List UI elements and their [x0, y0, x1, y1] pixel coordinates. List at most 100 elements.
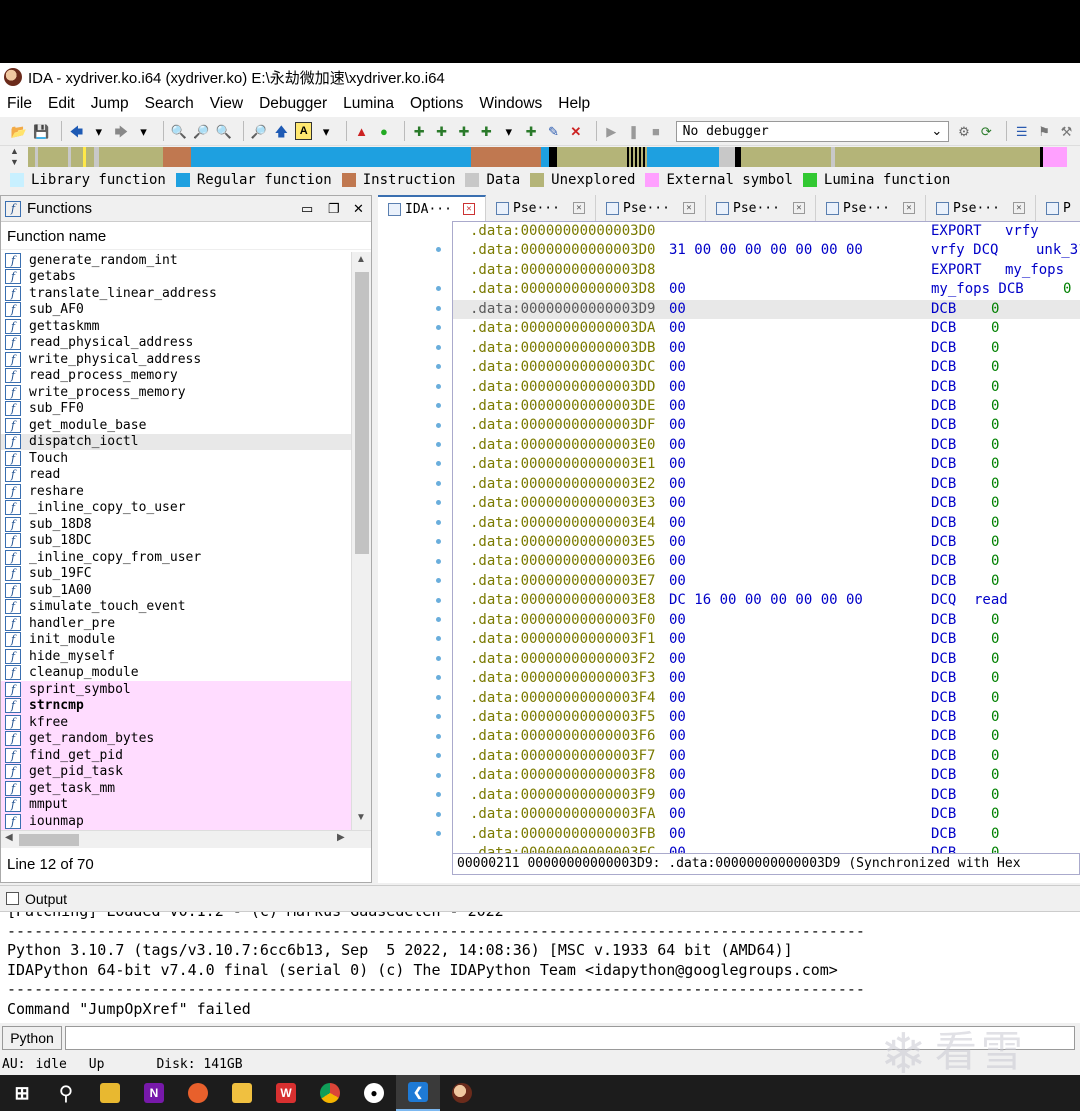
tools-icon[interactable]: ⚒	[1058, 122, 1075, 140]
stop-icon[interactable]: ■	[647, 122, 664, 140]
menu-file[interactable]: File	[7, 95, 32, 113]
disasm-line[interactable]: .data:00000000000003FC 00 DCB 0	[453, 844, 1080, 853]
panel-float-icon[interactable]: ❐	[328, 201, 340, 217]
line-operand[interactable]: 0	[991, 611, 999, 630]
binoculars-icon[interactable]: 🔍	[170, 122, 187, 140]
disasm-line[interactable]: .data:00000000000003F5 00 DCB 0	[453, 708, 1080, 727]
menu-view[interactable]: View	[210, 95, 243, 113]
taskbar-folder[interactable]	[220, 1075, 264, 1111]
disasm-line[interactable]: .data:00000000000003D9 00 DCB 0	[453, 299, 1080, 320]
line-operand[interactable]: 0	[991, 689, 999, 708]
taskbar-file-explorer[interactable]	[88, 1075, 132, 1111]
disasm-line[interactable]: .data:00000000000003DA 00 DCB 0	[453, 319, 1080, 338]
switch-debugger-icon[interactable]: ⟳	[978, 122, 995, 140]
line-operand[interactable]: 0	[991, 475, 999, 494]
function-row[interactable]: f write_physical_address	[1, 351, 351, 368]
disasm-line[interactable]: .data:00000000000003E2 00 DCB 0	[453, 475, 1080, 494]
graph-red-icon[interactable]: ▲	[353, 122, 370, 140]
function-row[interactable]: f get_random_bytes	[1, 730, 351, 747]
line-operand[interactable]: 0	[991, 825, 999, 844]
output-log[interactable]: [Patching] Loaded v0.1.2 - (c) Markus Ga…	[0, 911, 1080, 1023]
line-operand[interactable]: 0	[991, 786, 999, 805]
back-arrow-icon[interactable]: 🡄	[68, 122, 85, 140]
function-row[interactable]: f sprint_symbol	[1, 681, 351, 698]
disasm-line[interactable]: .data:00000000000003F2 00 DCB 0	[453, 650, 1080, 669]
function-row[interactable]: f kfree	[1, 714, 351, 731]
menu-search[interactable]: Search	[145, 95, 194, 113]
function-row[interactable]: f init_module	[1, 632, 351, 649]
tab-pseudocode[interactable]: Pse··· ✕	[816, 195, 926, 221]
nav-band-arrows-icon[interactable]: ▲ ▼	[10, 146, 26, 168]
line-operand[interactable]: 0	[991, 650, 999, 669]
disasm-line[interactable]: .data:00000000000003E5 00 DCB 0	[453, 533, 1080, 552]
taskbar-qq[interactable]: ●	[352, 1075, 396, 1111]
function-row[interactable]: f find_get_pid	[1, 747, 351, 764]
disassembly-view[interactable]: .data:00000000000003D0 EXPORT vrfy .data:00…	[378, 221, 1080, 883]
scroll-right-icon[interactable]: ▶	[337, 832, 345, 843]
function-row[interactable]: f handler_pre	[1, 615, 351, 632]
text-mode-icon[interactable]: A	[295, 122, 313, 140]
tab-close-icon[interactable]: ✕	[463, 203, 475, 215]
start-button[interactable]: ⊞	[0, 1075, 44, 1111]
search-next-icon[interactable]: 🔍	[215, 122, 232, 140]
scroll-down-icon[interactable]: ▼	[356, 812, 366, 823]
scroll-thumb[interactable]	[355, 272, 369, 554]
line-operand[interactable]: 0	[1063, 280, 1071, 299]
disasm-line[interactable]: .data:00000000000003FB 00 DCB 0	[453, 825, 1080, 844]
taskbar-firefox[interactable]	[176, 1075, 220, 1111]
disasm-line[interactable]: .data:00000000000003E4 00 DCB 0	[453, 514, 1080, 533]
tab-pseudocode[interactable]: Pse··· ✕	[926, 195, 1036, 221]
line-operand[interactable]: 0	[991, 436, 999, 455]
menu-edit[interactable]: Edit	[48, 95, 75, 113]
line-operand[interactable]: unk_31	[1036, 241, 1080, 260]
tab-pseudocode[interactable]: P	[1036, 195, 1080, 221]
line-operand[interactable]: 0	[991, 397, 999, 416]
tab-pseudocode[interactable]: Pse··· ✕	[596, 195, 706, 221]
jump-up-icon[interactable]: 🡅	[273, 122, 290, 140]
line-operand[interactable]: 0	[991, 514, 999, 533]
disasm-line[interactable]: .data:00000000000003DE 00 DCB 0	[453, 397, 1080, 416]
forward-dropdown-icon[interactable]: ▾	[135, 122, 152, 140]
disasm-line[interactable]: .data:00000000000003E0 00 DCB 0	[453, 436, 1080, 455]
function-row[interactable]: f read	[1, 467, 351, 484]
disasm-line[interactable]: .data:00000000000003E8 DC 16 00 00 00 00 …	[453, 591, 1080, 610]
function-row[interactable]: f Touch	[1, 450, 351, 467]
search-button[interactable]: ⚲	[44, 1075, 88, 1111]
line-operand[interactable]: 0	[991, 766, 999, 785]
line-operand[interactable]: 0	[991, 300, 999, 319]
add-dropdown-icon[interactable]: ▾	[500, 122, 517, 140]
navigation-band[interactable]: ▲ ▼	[6, 146, 1080, 168]
attach-process-icon[interactable]: ⚙	[955, 122, 972, 140]
menu-windows[interactable]: Windows	[479, 95, 542, 113]
pause-icon[interactable]: ❚	[625, 122, 642, 140]
line-operand[interactable]: 0	[991, 378, 999, 397]
function-row[interactable]: f dispatch_ioctl	[1, 433, 351, 450]
disasm-line[interactable]: .data:00000000000003D8 EXPORT my_fops	[453, 261, 1080, 280]
function-row[interactable]: f reshare	[1, 483, 351, 500]
function-row[interactable]: f generate_random_int	[1, 252, 351, 269]
line-operand[interactable]: 0	[991, 805, 999, 824]
function-row[interactable]: f get_pid_task	[1, 763, 351, 780]
scroll-up-icon[interactable]: ▲	[356, 254, 366, 265]
function-row[interactable]: f sub_18D8	[1, 516, 351, 533]
disasm-line[interactable]: .data:00000000000003DB 00 DCB 0	[453, 339, 1080, 358]
function-list-vscrollbar[interactable]: ▲ ▼	[351, 252, 371, 830]
function-row[interactable]: f get_task_mm	[1, 780, 351, 797]
disasm-line[interactable]: .data:00000000000003D0 31 00 00 00 00 00 …	[453, 241, 1080, 260]
tab-close-icon[interactable]: ✕	[573, 202, 585, 214]
line-operand[interactable]: read	[974, 591, 1008, 610]
add-xref-icon[interactable]: ✚	[522, 122, 539, 140]
disasm-line[interactable]: .data:00000000000003FA 00 DCB 0	[453, 805, 1080, 824]
line-operand[interactable]: 0	[991, 844, 999, 853]
menu-help[interactable]: Help	[558, 95, 590, 113]
line-operand[interactable]: 0	[991, 630, 999, 649]
tab-close-icon[interactable]: ✕	[903, 202, 915, 214]
line-operand[interactable]: 0	[991, 319, 999, 338]
function-row[interactable]: f translate_linear_address	[1, 285, 351, 302]
function-row[interactable]: f strncmp	[1, 697, 351, 714]
debugger-select[interactable]: No debugger ⌄	[675, 120, 950, 142]
line-operand[interactable]: 0	[991, 358, 999, 377]
line-operand[interactable]: 0	[991, 669, 999, 688]
line-operand[interactable]: 0	[991, 416, 999, 435]
disasm-line[interactable]: .data:00000000000003DC 00 DCB 0	[453, 358, 1080, 377]
